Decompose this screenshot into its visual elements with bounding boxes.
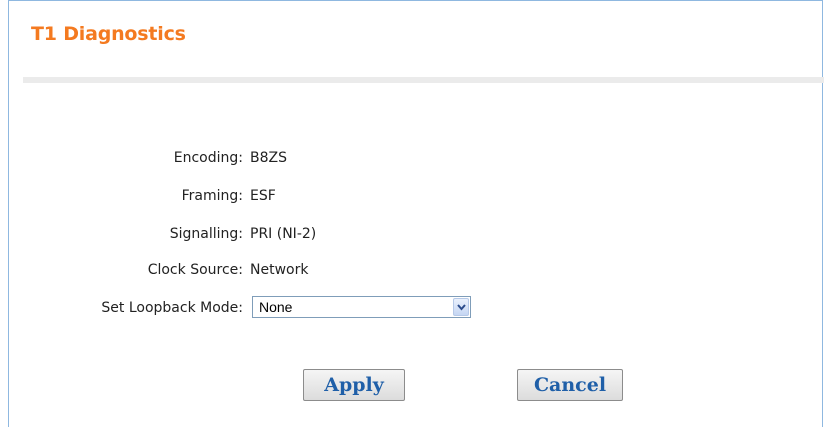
cancel-button[interactable]: Cancel xyxy=(517,369,623,401)
encoding-label: Encoding: xyxy=(173,150,243,166)
signalling-row: Signalling: xyxy=(0,224,243,244)
diagnostics-panel: T1 Diagnostics xyxy=(8,0,824,427)
encoding-value: B8ZS xyxy=(250,150,287,166)
chevron-down-icon xyxy=(457,304,466,311)
loopback-mode-select[interactable]: None xyxy=(252,296,471,318)
signalling-label: Signalling: xyxy=(169,226,243,242)
dropdown-button[interactable] xyxy=(453,298,469,316)
loopback-row: Set Loopback Mode: xyxy=(0,298,243,318)
framing-value: ESF xyxy=(250,188,276,204)
apply-button[interactable]: Apply xyxy=(303,369,405,401)
clock-source-row: Clock Source: xyxy=(0,260,243,280)
framing-label: Framing: xyxy=(181,188,243,204)
loopback-label: Set Loopback Mode: xyxy=(101,300,243,316)
framing-row: Framing: xyxy=(0,186,243,206)
clock-source-label: Clock Source: xyxy=(147,262,243,278)
loopback-selected-value: None xyxy=(259,299,293,315)
encoding-row: Encoding: xyxy=(0,148,243,168)
clock-source-value: Network xyxy=(250,262,309,278)
title-divider xyxy=(23,77,824,83)
signalling-value: PRI (NI-2) xyxy=(250,226,317,242)
page-title: T1 Diagnostics xyxy=(31,23,186,45)
